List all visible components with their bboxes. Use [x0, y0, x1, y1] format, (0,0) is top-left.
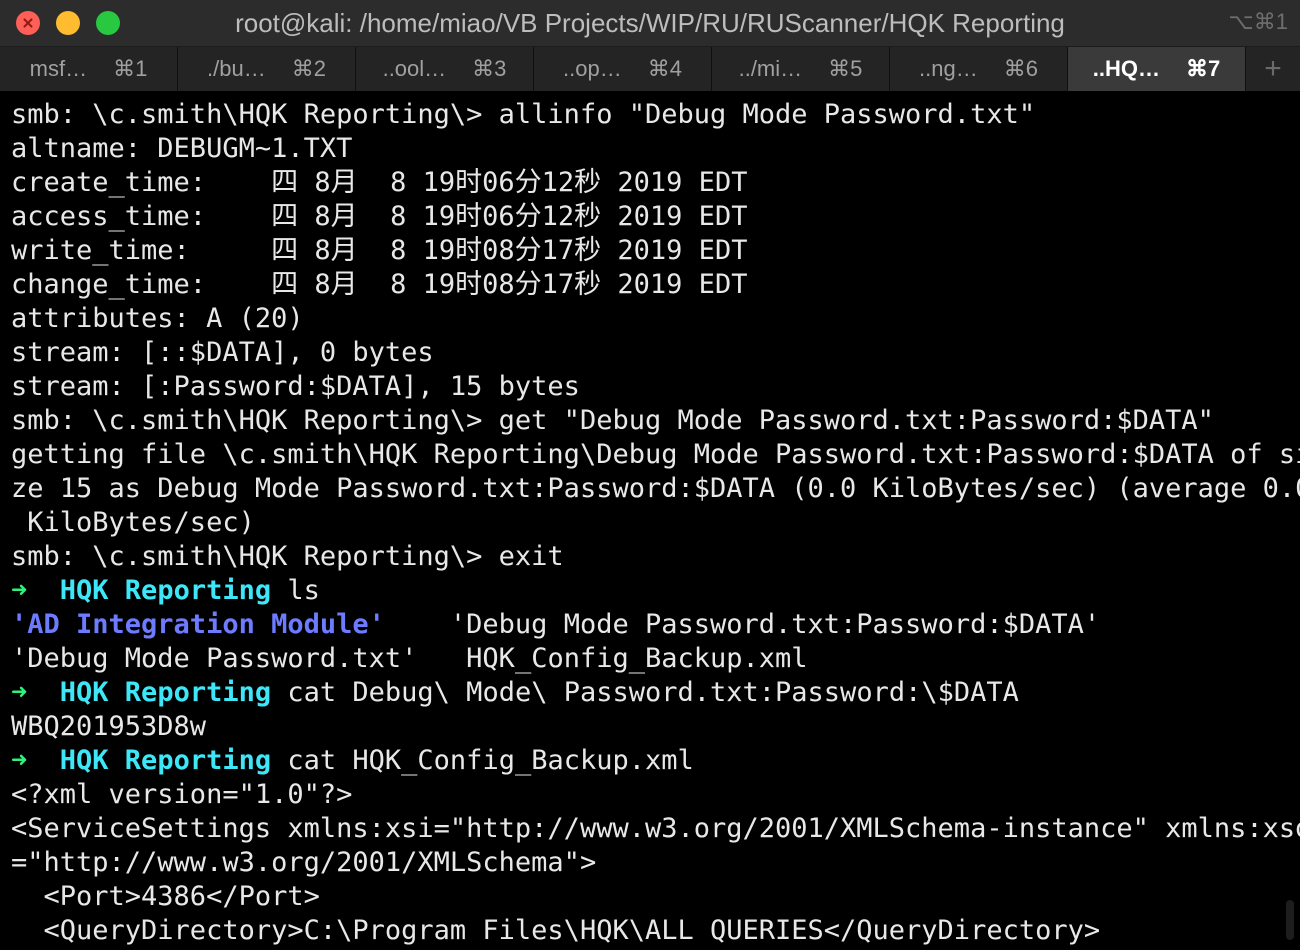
prompt-line: ➜ HQK Reporting ls — [11, 574, 320, 608]
terminal-line: smb: \c.smith\HQK Reporting\> allinfo "D… — [11, 99, 1036, 130]
tab-shortcut: ⌘4 — [647, 56, 682, 81]
terminal-line: getting file \c.smith\HQK Reporting\Debu… — [11, 439, 1300, 470]
tab-2[interactable]: ./bu… ⌘2 — [178, 47, 356, 91]
tab-3[interactable]: ..ool… ⌘3 — [356, 47, 534, 91]
terminal-line: altname: DEBUGM~1.TXT — [11, 133, 353, 164]
tab-label: msf… — [29, 56, 88, 81]
tab-label: ./bu… — [207, 56, 266, 81]
ls-file-entry: 'Debug Mode Password.txt:Password:$DATA' — [449, 609, 1101, 640]
terminal-line: WBQ201953D8w — [11, 711, 207, 742]
prompt-line: ➜ HQK Reporting cat HQK_Config_Backup.xm… — [11, 744, 694, 778]
tab-label: ..ng… — [919, 56, 978, 81]
terminal-line: stream: [::$DATA], 0 bytes — [11, 337, 434, 368]
tab-label: ..ool… — [382, 56, 447, 81]
terminal-line: <?xml version="1.0"?> — [11, 779, 353, 810]
terminal-line: write_time: 四 8月 8 19时08分17秒 2019 EDT — [11, 235, 748, 266]
tab-6[interactable]: ..ng… ⌘6 — [890, 47, 1068, 91]
tab-shortcut: ⌘6 — [1003, 56, 1038, 81]
command-text: cat HQK_Config_Backup.xml — [287, 745, 694, 776]
prompt-line: ➜ HQK Reporting cat Debug\ Mode\ Passwor… — [11, 676, 1019, 710]
terminal-line: <QueryDirectory>C:\Program Files\HQK\ALL… — [11, 915, 1101, 946]
terminal-line: change_time: 四 8月 8 19时08分17秒 2019 EDT — [11, 269, 748, 300]
prompt-arrow-icon: ➜ — [11, 677, 28, 708]
prompt-arrow-icon: ➜ — [11, 745, 28, 776]
tab-label: ../mi… — [738, 56, 803, 81]
tab-shortcut: ⌘5 — [828, 56, 863, 81]
terminal-line: create_time: 四 8月 8 19时06分12秒 2019 EDT — [11, 167, 748, 198]
command-text: ls — [287, 575, 320, 606]
tab-shortcut: ⌘1 — [113, 56, 148, 81]
tab-shortcut: ⌘7 — [1185, 56, 1221, 81]
title-bar: root@kali: /home/miao/VB Projects/WIP/RU… — [0, 0, 1300, 47]
prompt-directory: HQK Reporting — [59, 575, 272, 606]
window-title: root@kali: /home/miao/VB Projects/WIP/RU… — [235, 8, 1065, 38]
terminal-scrollbar[interactable] — [1286, 900, 1294, 940]
ls-file-entry: 'Debug Mode Password.txt' — [11, 643, 418, 674]
tab-shortcut: ⌘3 — [472, 56, 507, 81]
tab-label: ..HQ… — [1092, 56, 1160, 81]
tab-bar: msf… ⌘1 ./bu… ⌘2 ..ool… ⌘3 ..op… ⌘4 ../m… — [0, 47, 1300, 92]
terminal-output[interactable]: smb: \c.smith\HQK Reporting\> allinfo "D… — [0, 92, 1300, 950]
plus-icon: + — [1264, 52, 1282, 85]
tab-5[interactable]: ../mi… ⌘5 — [712, 47, 890, 91]
terminal-line: smb: \c.smith\HQK Reporting\> exit — [11, 541, 564, 572]
prompt-directory: HQK Reporting — [59, 745, 272, 776]
command-text: cat Debug\ Mode\ Password.txt:Password:\… — [287, 677, 1019, 708]
tab-label: ..op… — [563, 56, 622, 81]
ls-output-line: 'AD Integration Module' 'Debug Mode Pass… — [11, 608, 1100, 642]
tab-4[interactable]: ..op… ⌘4 — [534, 47, 712, 91]
ls-output-line: 'Debug Mode Password.txt' HQK_Config_Bac… — [11, 642, 808, 676]
ls-directory-entry: 'AD Integration Module' — [11, 609, 385, 640]
terminal-line: stream: [:Password:$DATA], 15 bytes — [11, 371, 580, 402]
terminal-line: access_time: 四 8月 8 19时06分12秒 2019 EDT — [11, 201, 748, 232]
tab-7-active[interactable]: ..HQ… ⌘7 — [1068, 47, 1246, 91]
terminal-line: <ServiceSettings xmlns:xsi="http://www.w… — [11, 813, 1300, 844]
terminal-line: smb: \c.smith\HQK Reporting\> get "Debug… — [11, 405, 1214, 436]
prompt-directory: HQK Reporting — [59, 677, 272, 708]
new-tab-button[interactable]: + — [1246, 47, 1300, 91]
ls-file-entry: HQK_Config_Backup.xml — [466, 643, 808, 674]
terminal-line: KiloBytes/sec) — [11, 507, 255, 538]
window-shortcut: ⌥⌘1 — [1228, 9, 1288, 34]
terminal-line: attributes: A (20) — [11, 303, 304, 334]
terminal-line: ze 15 as Debug Mode Password.txt:Passwor… — [11, 473, 1300, 504]
terminal-line: ="http://www.w3.org/2001/XMLSchema"> — [11, 847, 597, 878]
tab-1[interactable]: msf… ⌘1 — [0, 47, 178, 91]
prompt-arrow-icon: ➜ — [11, 575, 28, 606]
tab-shortcut: ⌘2 — [291, 56, 326, 81]
terminal-line: <Port>4386</Port> — [11, 881, 320, 912]
